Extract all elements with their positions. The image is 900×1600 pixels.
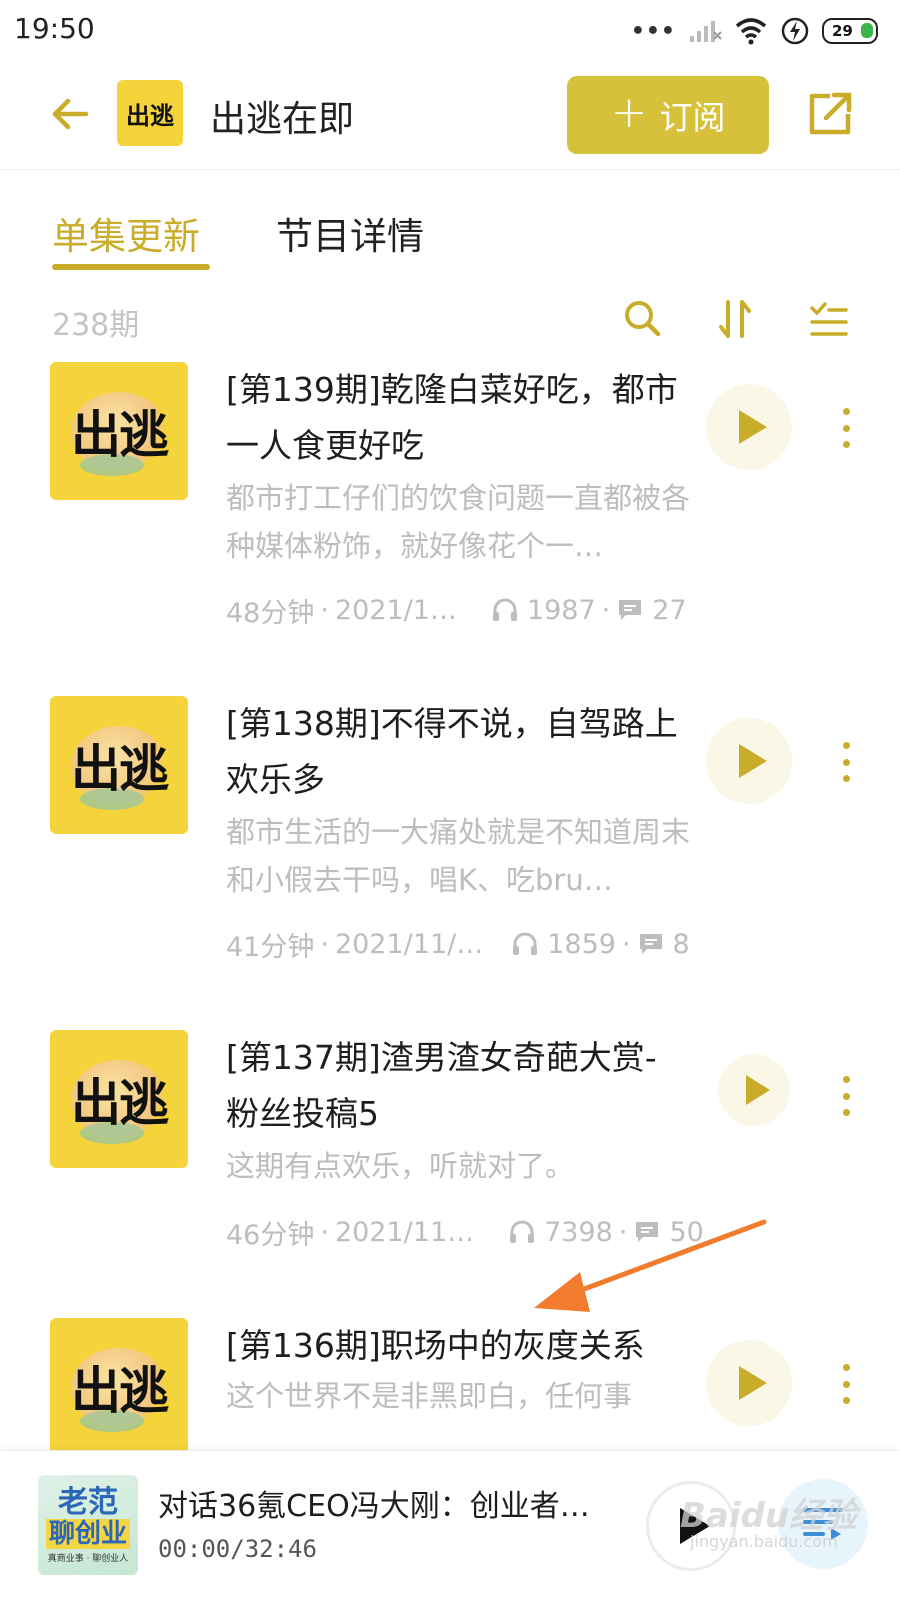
episode-meta: 48分钟 · 2021/1… 1987 · 27 <box>226 590 687 630</box>
player-cover-line1: 老范 <box>58 1484 118 1520</box>
page-title: 出逃在即 <box>210 99 355 140</box>
player-time: 00:00/32:46 <box>158 1535 317 1563</box>
play-icon <box>739 1366 767 1400</box>
episode-date: 2021/11/… <box>334 928 484 960</box>
episode-date: 2021/1… <box>334 594 457 626</box>
episode-date: 2021/11… <box>334 1216 475 1248</box>
more-status-dots: ••• <box>630 18 676 44</box>
player-cover: 老范 聊创业 真商业事 · 聊创业人 <box>38 1475 138 1575</box>
episode-toolbar: 238期 <box>0 296 900 350</box>
tab-active-indicator <box>52 264 210 270</box>
watermark-url: jingyan.baidu.com <box>690 1532 838 1551</box>
episode-plays: 1987 <box>526 594 596 626</box>
episode-duration: 48分钟 <box>226 597 315 629</box>
more-options-button[interactable] <box>836 1364 856 1404</box>
play-icon <box>746 1075 770 1105</box>
episode-title[interactable]: [第139期]乾隆白菜好吃，都市一人食更好吃 <box>226 362 686 474</box>
comment-icon <box>619 600 642 620</box>
episode-cover: 出逃 <box>50 696 188 834</box>
episode-comments: 8 <box>672 928 690 960</box>
episode-duration: 46分钟 <box>226 1219 315 1251</box>
tab-details[interactable]: 节目详情 <box>276 206 424 260</box>
episode-item[interactable]: 出逃 [第136期]职场中的灰度关系 这个世界不是非黑即白，任何事 <box>0 1318 900 1450</box>
batch-select-icon[interactable] <box>806 296 852 342</box>
cover-logo-text: 出逃 <box>71 405 169 464</box>
cover-logo-text: 出逃 <box>71 739 169 798</box>
tab-episodes[interactable]: 单集更新 <box>52 206 200 260</box>
episode-title[interactable]: [第136期]职场中的灰度关系 <box>226 1318 686 1374</box>
episode-cover: 出逃 <box>50 1318 188 1450</box>
episode-item[interactable]: 出逃 [第138期]不得不说，自驾路上欢乐多 都市生活的一大痛处就是不知道周末和… <box>0 696 900 996</box>
more-options-button[interactable] <box>836 742 856 782</box>
episode-plays: 1859 <box>547 928 616 960</box>
cover-logo-text: 出逃 <box>71 1073 169 1132</box>
wifi-icon <box>735 18 767 45</box>
episode-description: 这期有点欢乐，听就对了。 <box>226 1149 575 1183</box>
episode-description: 都市打工仔们的饮食问题一直都被各种媒体粉饰，就好像花个一… <box>226 481 691 563</box>
headphones-icon <box>513 932 538 955</box>
annotation-arrow-icon <box>534 1219 767 1312</box>
app-header: 出逃 出逃在即 + 订阅 <box>0 64 900 170</box>
player-track-title[interactable]: 对话36氪CEO冯大刚：创业者… <box>158 1481 598 1525</box>
battery-fill <box>861 23 873 38</box>
episode-description: 都市生活的一大痛处就是不知道周末和小假去干吗，唱K、吃bru… <box>226 815 691 897</box>
podcast-logo: 出逃 <box>117 80 183 146</box>
player-cover-line2: 聊创业 <box>45 1518 130 1549</box>
play-button[interactable] <box>706 718 792 804</box>
sort-icon[interactable] <box>712 296 758 342</box>
play-icon <box>739 744 767 778</box>
search-icon[interactable] <box>620 296 666 342</box>
more-options-button[interactable] <box>836 408 856 448</box>
episode-item[interactable]: 出逃 [第139期]乾隆白菜好吃，都市一人食更好吃 都市打工仔们的饮食问题一直都… <box>0 362 900 662</box>
status-bar: 19:50 ••• 29 <box>0 0 900 64</box>
headphones-icon <box>492 598 517 621</box>
episode-cover: 出逃 <box>50 362 188 500</box>
comment-icon <box>639 934 662 954</box>
player-cover-line3: 真商业事 · 聊创业人 <box>47 1553 129 1564</box>
episode-meta: 41分钟 · 2021/11/… 1859 · 8 <box>226 924 690 964</box>
play-icon <box>739 410 767 444</box>
status-icons: ••• 29 <box>631 14 878 48</box>
episode-title[interactable]: [第137期]渣男渣女奇葩大赏-粉丝投稿5 <box>226 1030 686 1142</box>
battery-level: 29 <box>832 22 853 40</box>
share-icon[interactable] <box>800 84 860 144</box>
episode-comments: 27 <box>652 594 687 626</box>
play-button[interactable] <box>706 384 792 470</box>
charging-icon <box>781 17 809 45</box>
back-arrow-icon[interactable] <box>46 90 94 138</box>
play-button[interactable] <box>706 1340 792 1426</box>
more-options-button[interactable] <box>836 1076 856 1116</box>
episode-cover: 出逃 <box>50 1030 188 1168</box>
status-time: 19:50 <box>14 12 95 45</box>
subscribe-label: 订阅 <box>659 98 726 137</box>
plus-icon: + <box>610 87 648 138</box>
watermark-logo: Baidu经验 <box>680 1496 858 1536</box>
episode-duration: 41分钟 <box>226 931 315 963</box>
signal-icon <box>690 21 722 42</box>
subscribe-button[interactable]: + 订阅 <box>567 76 769 154</box>
episode-title[interactable]: [第138期]不得不说，自驾路上欢乐多 <box>226 696 686 808</box>
episode-description: 这个世界不是非黑即白，任何事 <box>226 1379 633 1413</box>
play-button[interactable] <box>718 1054 790 1126</box>
battery-indicator: 29 <box>822 18 878 44</box>
cover-logo-text: 出逃 <box>71 1361 169 1420</box>
episode-count: 238期 <box>52 308 140 343</box>
